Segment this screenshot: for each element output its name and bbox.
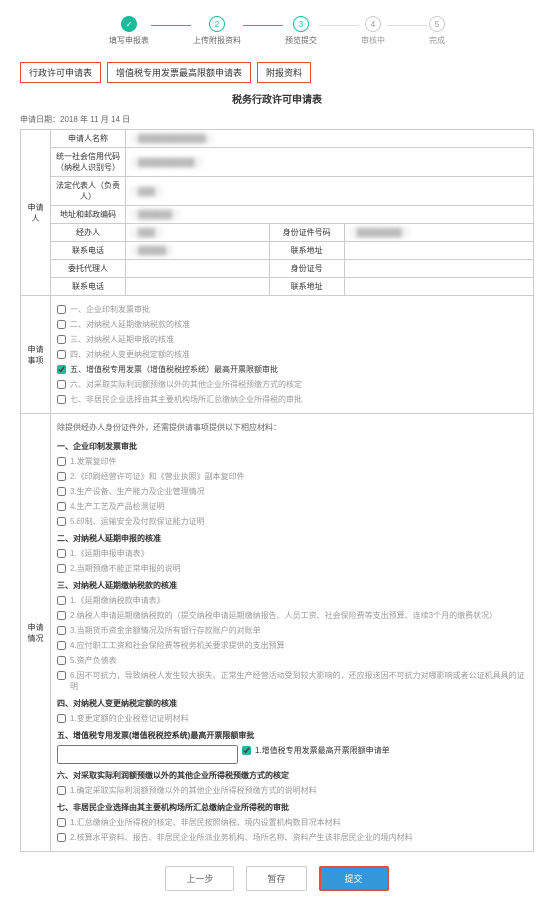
agent-phone-value xyxy=(126,278,270,296)
submit-button[interactable]: 提交 xyxy=(319,866,389,891)
id-value: ████████ xyxy=(344,224,533,242)
g3-item-4[interactable]: 4.应付职工工资和社会保险费等税务机关要求提供的支出预算 xyxy=(57,638,527,653)
legal-rep-value: ███ xyxy=(126,177,534,206)
g3-item-2[interactable]: 2.纳税人申请延期缴纳税款的（提交纳税申请延期缴纳报告、人员工资、社会保险费等支… xyxy=(57,608,527,623)
matter-checkbox-3[interactable] xyxy=(57,335,66,344)
g1-item-1[interactable]: 1.发票复印件 xyxy=(57,454,527,469)
matter-checkbox-1[interactable] xyxy=(57,305,66,314)
g1-item-3[interactable]: 3.生产设备、生产能力及企业管理情况 xyxy=(57,484,527,499)
step-3: 3 预览提交 xyxy=(285,16,317,46)
g3-item-6[interactable]: 6.因不可抗力，导致纳税人发生较大损失、正常生产经营活动受到较大影响的，还应报送… xyxy=(57,668,527,694)
matter-item-7[interactable]: 七、非居民企业选择由其主要机构场所汇总缴纳企业所得税的审批 xyxy=(57,392,527,407)
contact-addr-value xyxy=(344,242,533,260)
g7-item-2[interactable]: 2.核算水平资料、报告、非居民企业所派业务机构、场所名称、资料产生该非居民企业的… xyxy=(57,830,527,845)
g1-item-2[interactable]: 2.《印刷经营许可证》和《营业执照》副本复印件 xyxy=(57,469,527,484)
matter-checkbox-7[interactable] xyxy=(57,395,66,404)
agent-value xyxy=(126,260,270,278)
tab-admin-permit[interactable]: 行政许可申请表 xyxy=(20,62,101,83)
tab-attachments[interactable]: 附报资料 xyxy=(257,62,311,83)
address-value: ██████ xyxy=(126,206,534,224)
step-2: 2 上传附报资料 xyxy=(193,16,241,46)
apply-date: 申请日期：2018 年 11 月 14 日 xyxy=(20,114,534,125)
matter-item-6[interactable]: 六、对采取实际利润额预缴以外的其他企业所得税预缴方式的核定 xyxy=(57,377,527,392)
g2-item-2[interactable]: 2.当期预缴不能正常申报的说明 xyxy=(57,561,527,576)
application-form-table: 申请人 申请人名称 ████████████ 统一社会信用代码（纳税人识别号） … xyxy=(20,129,534,852)
matter-checkbox-2[interactable] xyxy=(57,320,66,329)
matter-checkbox-5[interactable] xyxy=(57,365,66,374)
agent-id-value xyxy=(344,260,533,278)
applicant-name-value: ████████████ xyxy=(126,130,534,148)
matter-item-3[interactable]: 三、对纳税人延期申报的核准 xyxy=(57,332,527,347)
situation-content: 除提供经办人身份证件外，还需提供请事项提供以下相应材料： 一、企业印制发票审批 … xyxy=(55,417,529,848)
step-circle-1: ✓ xyxy=(121,16,137,32)
handler-value: ███ xyxy=(126,224,270,242)
phone-value: █████ xyxy=(126,242,270,260)
step-1: ✓ 填写申报表 xyxy=(109,16,149,46)
tab-bar: 行政许可申请表 增值税专用发票最高限额申请表 附报资料 xyxy=(20,62,534,83)
g3-item-3[interactable]: 3.当期货币资金余额情况及所有银行存款账户的对账单 xyxy=(57,623,527,638)
section-situation: 申请情况 xyxy=(21,414,51,852)
g1-item-4[interactable]: 4.生产工艺及产品检测证明 xyxy=(57,499,527,514)
matter-checkbox-4[interactable] xyxy=(57,350,66,359)
section-applicant: 申请人 xyxy=(21,130,51,296)
g3-item-5[interactable]: 5.资产负债表 xyxy=(57,653,527,668)
progress-stepper: ✓ 填写申报表 2 上传附报资料 3 预览提交 4 审核中 5 完成 xyxy=(20,8,534,50)
matter-item-4[interactable]: 四、对纳税人变更纳税定额的核准 xyxy=(57,347,527,362)
g4-item-1[interactable]: 1.变更定额的企业税登记证明材料 xyxy=(57,711,527,726)
save-button[interactable]: 暂存 xyxy=(246,866,306,891)
footer-buttons: 上一步 暂存 提交 xyxy=(20,852,534,905)
credit-code-value: ██████████ xyxy=(126,148,534,177)
agent-addr-value xyxy=(344,278,533,296)
prev-button[interactable]: 上一步 xyxy=(165,866,234,891)
g3-item-1[interactable]: 1.《延期缴纳税款申请表》 xyxy=(57,593,527,608)
matter-item-1[interactable]: 一、企业印制发票审批 xyxy=(57,302,527,317)
g6-item-1[interactable]: 1.确定采取实际利润额预缴以外的其他企业所得税预缴方式的说明材料 xyxy=(57,783,527,798)
form-title: 税务行政许可申请表 xyxy=(20,91,534,106)
step-5: 5 完成 xyxy=(429,16,445,46)
matters-checklist: 一、企业印制发票审批 二、对纳税人延期缴纳税款的核准 三、对纳税人延期申报的核准… xyxy=(55,299,529,410)
tab-vat-invoice[interactable]: 增值税专用发票最高限额申请表 xyxy=(107,62,251,83)
matter-item-5[interactable]: 五、增值税专用发票（增值税税控系统）最高开票限额审批 xyxy=(57,362,527,377)
matter-item-2[interactable]: 二、对纳税人延期缴纳税款的核准 xyxy=(57,317,527,332)
g2-item-1[interactable]: 1.《延期申报申请表》 xyxy=(57,546,527,561)
matter-checkbox-6[interactable] xyxy=(57,380,66,389)
section-matters: 申请事项 xyxy=(21,296,51,414)
g1-item-5[interactable]: 5.印制、运输安全及付款保证能力证明 xyxy=(57,514,527,529)
g7-item-1[interactable]: 1.汇总缴纳企业所得税的核定、非居民按照纳税、境内设置机构数目况本材料 xyxy=(57,815,527,830)
g5-item-1: 1.增值税专用发票最高开票限额申请单 xyxy=(57,743,527,766)
step-4: 4 审核中 xyxy=(361,16,385,46)
